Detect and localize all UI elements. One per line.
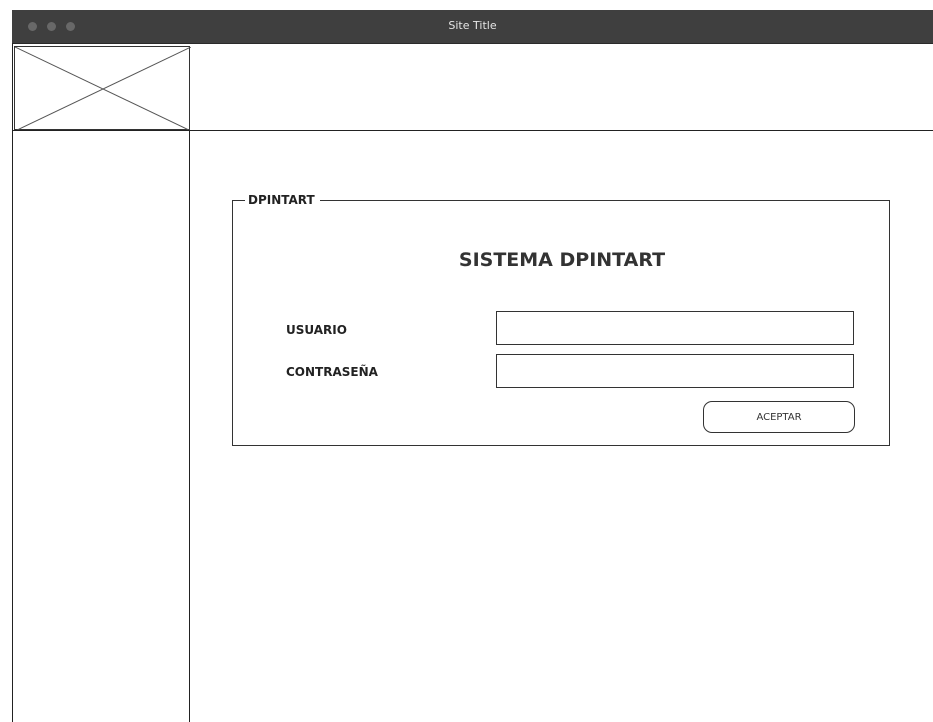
login-group: DPINTART SISTEMA DPINTART USUARIO CONTRA…	[232, 192, 890, 446]
browser-window: Site Title DPINTART SISTEMA DPINTART USU…	[12, 10, 933, 722]
accept-button[interactable]: ACEPTAR	[703, 401, 855, 433]
logo-image-placeholder	[14, 46, 191, 131]
username-label: USUARIO	[286, 323, 347, 337]
login-group-label: DPINTART	[245, 192, 320, 208]
password-label: CONTRASEÑA	[286, 365, 378, 379]
window-title: Site Title	[448, 19, 497, 32]
sidebar-divider	[189, 130, 190, 722]
title-bar: Site Title	[12, 10, 933, 44]
page-left-border	[12, 43, 13, 722]
header-divider	[12, 130, 933, 131]
login-heading: SISTEMA DPINTART	[458, 249, 666, 271]
image-placeholder-icon	[15, 47, 191, 131]
username-input[interactable]	[496, 311, 854, 345]
password-input[interactable]	[496, 354, 854, 388]
